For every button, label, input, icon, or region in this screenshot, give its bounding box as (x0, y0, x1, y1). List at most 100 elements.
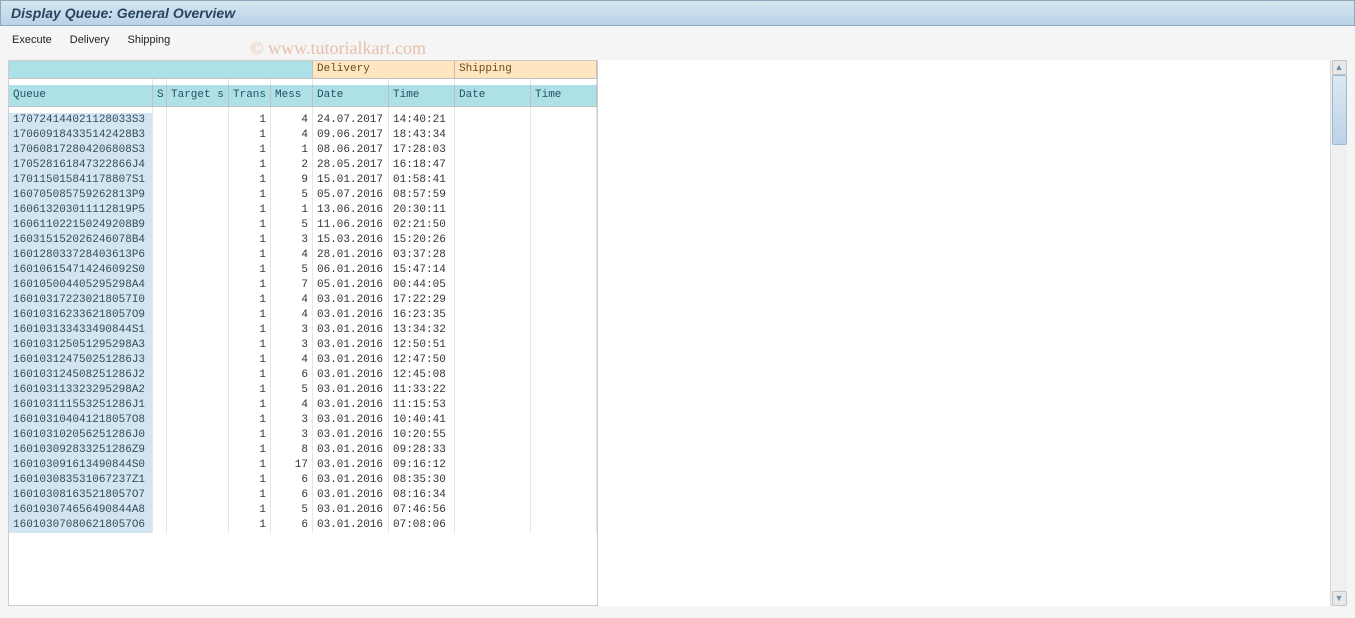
table-row[interactable]: 160106154714246092S01506.01.201615:47:14 (9, 263, 597, 278)
cell-shipping-time (531, 233, 597, 248)
cell-delivery-time: 16:23:35 (389, 308, 455, 323)
table-row[interactable]: 160611022150249208B91511.06.201602:21:50 (9, 218, 597, 233)
cell-target (167, 398, 229, 413)
col-header-target[interactable]: Target s (167, 85, 229, 107)
cell-target (167, 128, 229, 143)
table-row[interactable]: 160103111553251286J11403.01.201611:15:53 (9, 398, 597, 413)
table-row[interactable]: 160103102056251286J01303.01.201610:20:55 (9, 428, 597, 443)
cell-shipping-time (531, 293, 597, 308)
cell-trans: 1 (229, 503, 271, 518)
cell-queue: 160103081635218057O7 (9, 488, 153, 503)
cell-trans: 1 (229, 443, 271, 458)
cell-s (153, 263, 167, 278)
cell-target (167, 308, 229, 323)
cell-trans: 1 (229, 233, 271, 248)
table-row[interactable]: 160128033728403613P61428.01.201603:37:28 (9, 248, 597, 263)
cell-trans: 1 (229, 263, 271, 278)
table-row[interactable]: 160103162336218057O91403.01.201616:23:35 (9, 308, 597, 323)
cell-delivery-time: 20:30:11 (389, 203, 455, 218)
cell-target (167, 473, 229, 488)
col-header-s[interactable]: S (153, 85, 167, 107)
cell-shipping-date (455, 518, 531, 533)
cell-trans: 1 (229, 323, 271, 338)
col-header-mess[interactable]: Mess (271, 85, 313, 107)
table-row[interactable]: 160103083531067237Z11603.01.201608:35:30 (9, 473, 597, 488)
cell-target (167, 233, 229, 248)
cell-delivery-date: 13.06.2016 (313, 203, 389, 218)
table-row[interactable]: 160315152026246078B41315.03.201615:20:26 (9, 233, 597, 248)
cell-mess: 6 (271, 473, 313, 488)
cell-target (167, 443, 229, 458)
menu-delivery[interactable]: Delivery (70, 34, 110, 46)
table-row[interactable]: 160103124750251286J31403.01.201612:47:50 (9, 353, 597, 368)
table-row[interactable]: 160103172230218057I01403.01.201617:22:29 (9, 293, 597, 308)
cell-delivery-time: 12:50:51 (389, 338, 455, 353)
cell-queue: 160103172230218057I0 (9, 293, 153, 308)
cell-queue: 170724144021128033S3 (9, 113, 153, 128)
col-header-shipping-time[interactable]: Time (531, 85, 597, 107)
col-header-trans[interactable]: Trans (229, 85, 271, 107)
cell-mess: 3 (271, 233, 313, 248)
table-row[interactable]: 160103104041218057O81303.01.201610:40:41 (9, 413, 597, 428)
table-row[interactable]: 160103081635218057O71603.01.201608:16:34 (9, 488, 597, 503)
cell-shipping-time (531, 428, 597, 443)
col-header-delivery-time[interactable]: Time (389, 85, 455, 107)
cell-queue: 160103124508251286J2 (9, 368, 153, 383)
cell-delivery-date: 09.06.2017 (313, 128, 389, 143)
table-row[interactable]: 160105004405295298A41705.01.201600:44:05 (9, 278, 597, 293)
table-row[interactable]: 160103074656490844A81503.01.201607:46:56 (9, 503, 597, 518)
cell-mess: 3 (271, 338, 313, 353)
cell-mess: 4 (271, 128, 313, 143)
cell-shipping-time (531, 203, 597, 218)
cell-shipping-time (531, 248, 597, 263)
col-header-shipping-date[interactable]: Date (455, 85, 531, 107)
table-row[interactable]: 170115015841178807S11915.01.201701:58:41 (9, 173, 597, 188)
table-row[interactable]: 160613203011112819P51113.06.201620:30:11 (9, 203, 597, 218)
cell-shipping-time (531, 518, 597, 533)
table-row[interactable]: 160103070806218057O61603.01.201607:08:06 (9, 518, 597, 533)
table-row[interactable]: 160103091613490844S011703.01.201609:16:1… (9, 458, 597, 473)
table-row[interactable]: 170528161847322866J41228.05.201716:18:47 (9, 158, 597, 173)
cell-delivery-time: 15:47:14 (389, 263, 455, 278)
table-row[interactable]: 160103133433490844S11303.01.201613:34:32 (9, 323, 597, 338)
cell-mess: 7 (271, 278, 313, 293)
cell-s (153, 173, 167, 188)
cell-shipping-date (455, 398, 531, 413)
content-vertical-scrollbar[interactable]: ▲ ▼ (1330, 60, 1347, 606)
table-row[interactable]: 170608172804206808S31108.06.201717:28:03 (9, 143, 597, 158)
scroll-up-icon[interactable]: ▲ (1332, 60, 1347, 75)
cell-delivery-date: 03.01.2016 (313, 518, 389, 533)
group-header-delivery: Delivery (313, 61, 455, 79)
menu-shipping[interactable]: Shipping (127, 34, 170, 46)
scroll-thumb[interactable] (1332, 75, 1347, 145)
cell-s (153, 113, 167, 128)
table-row[interactable]: 160103125051295298A31303.01.201612:50:51 (9, 338, 597, 353)
cell-s (153, 383, 167, 398)
table-row[interactable]: 170609184335142428B31409.06.201718:43:34 (9, 128, 597, 143)
cell-delivery-date: 03.01.2016 (313, 488, 389, 503)
cell-target (167, 353, 229, 368)
cell-s (153, 278, 167, 293)
cell-shipping-time (531, 338, 597, 353)
table-row[interactable]: 160103124508251286J21603.01.201612:45:08 (9, 368, 597, 383)
col-header-queue[interactable]: Queue (9, 85, 153, 107)
scroll-down-icon[interactable]: ▼ (1332, 591, 1347, 606)
cell-shipping-time (531, 503, 597, 518)
cell-shipping-date (455, 473, 531, 488)
cell-delivery-time: 11:15:53 (389, 398, 455, 413)
cell-shipping-time (531, 473, 597, 488)
menu-execute[interactable]: Execute (12, 34, 52, 46)
table-row[interactable]: 160103113323295298A21503.01.201611:33:22 (9, 383, 597, 398)
table-row[interactable]: 160705085759262813P91505.07.201608:57:59 (9, 188, 597, 203)
cell-delivery-date: 15.03.2016 (313, 233, 389, 248)
col-header-delivery-date[interactable]: Date (313, 85, 389, 107)
cell-shipping-time (531, 443, 597, 458)
cell-s (153, 398, 167, 413)
cell-target (167, 248, 229, 263)
scroll-track[interactable] (1332, 75, 1347, 591)
cell-target (167, 143, 229, 158)
table-row[interactable]: 160103092833251286Z91803.01.201609:28:33 (9, 443, 597, 458)
cell-s (153, 338, 167, 353)
table-row[interactable]: 170724144021128033S31424.07.201714:40:21 (9, 113, 597, 128)
group-header-row: Delivery Shipping (9, 61, 597, 79)
